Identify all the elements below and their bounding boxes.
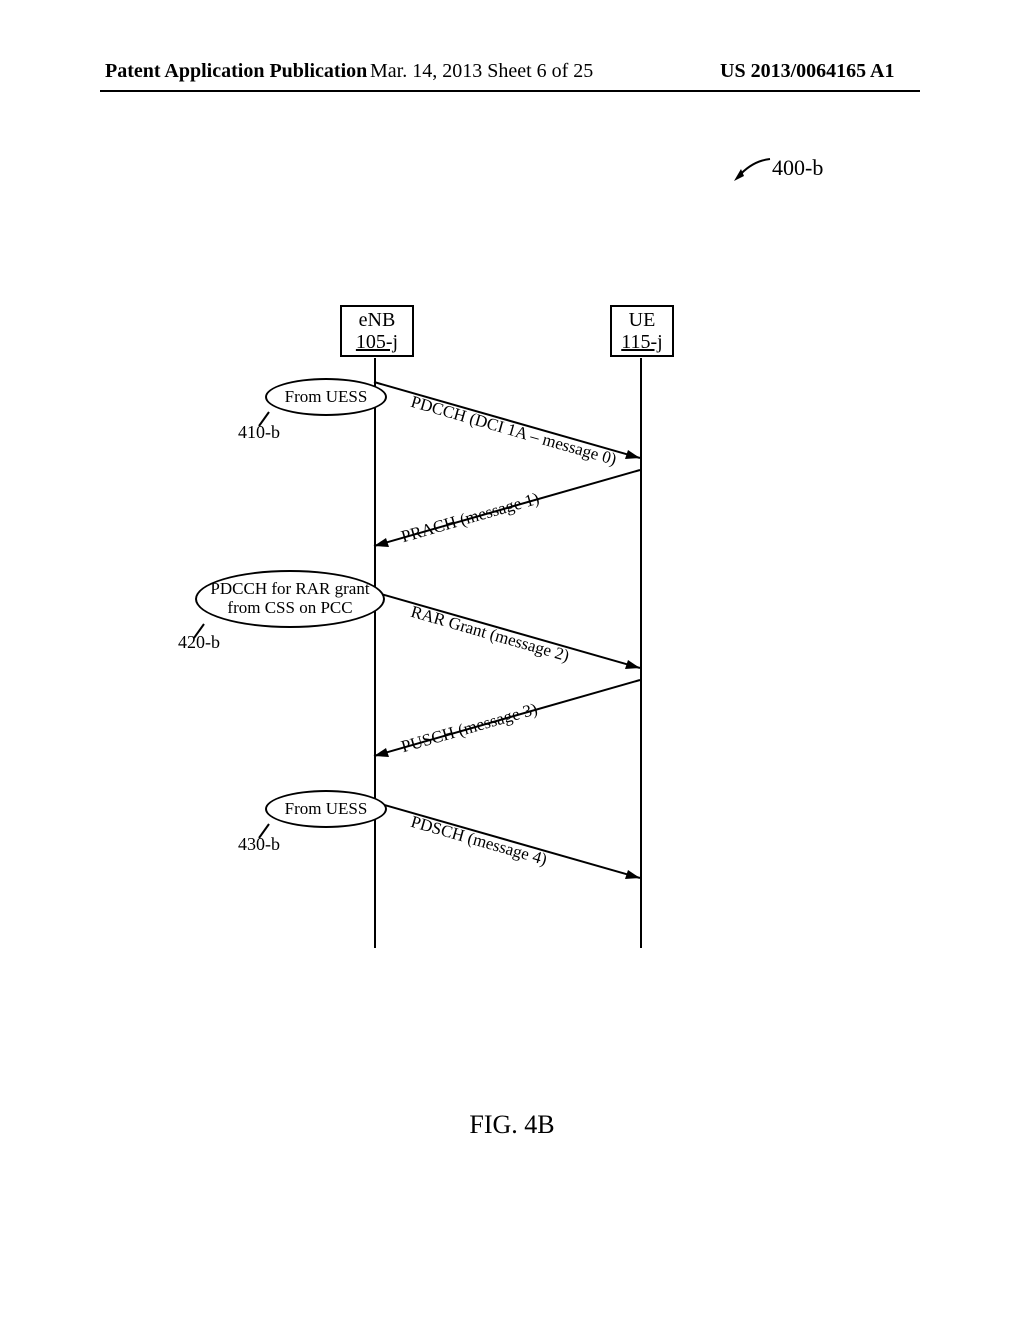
header-mid: Mar. 14, 2013 Sheet 6 of 25 [370, 60, 593, 83]
ue-box: UE 115-j [610, 305, 674, 357]
annotation-430b-bubble: From UESS [265, 790, 387, 828]
annotation-430b-text: From UESS [285, 799, 368, 819]
ue-id: 115-j [616, 331, 668, 353]
annotation-410b-bubble: From UESS [265, 378, 387, 416]
figure-reference-arrow-icon [732, 155, 772, 185]
message-0-label: PDCCH (DCI 1A – message 0) [408, 392, 644, 477]
annotation-420b-text: PDCCH for RAR grant from CSS on PCC [201, 580, 379, 617]
header-left: Patent Application Publication [105, 60, 367, 83]
header-right: US 2013/0064165 A1 [720, 60, 894, 83]
message-2: RAR Grant (message 2) [374, 590, 640, 668]
enb-title: eNB [346, 309, 408, 331]
message-4-label: PDSCH (message 4) [408, 812, 644, 897]
annotation-410b-text: From UESS [285, 387, 368, 407]
annotation-420b-bubble: PDCCH for RAR grant from CSS on PCC [195, 570, 385, 628]
message-1-label: PRACH (message 1) [399, 462, 635, 547]
figure-caption: FIG. 4B [0, 1110, 1024, 1140]
figure-reference-label: 400-b [772, 155, 823, 181]
message-2-label: RAR Grant (message 2) [408, 602, 644, 687]
enb-id: 105-j [346, 331, 408, 353]
header-rule [100, 90, 920, 92]
message-4: PDSCH (message 4) [374, 800, 640, 878]
message-3-label: PUSCH (message 3) [399, 672, 635, 757]
ue-title: UE [616, 309, 668, 331]
enb-box: eNB 105-j [340, 305, 414, 357]
message-3: PUSCH (message 3) [374, 678, 640, 756]
message-1: PRACH (message 1) [374, 468, 640, 546]
ue-lifeline [640, 358, 642, 948]
enb-lifeline [374, 358, 376, 948]
annotation-410b-ref: 410-b [238, 422, 280, 443]
page: Patent Application Publication Mar. 14, … [0, 0, 1024, 1320]
message-0: PDCCH (DCI 1A – message 0) [374, 380, 640, 458]
annotation-420b-ref: 420-b [178, 632, 220, 653]
annotation-430b-ref: 430-b [238, 834, 280, 855]
